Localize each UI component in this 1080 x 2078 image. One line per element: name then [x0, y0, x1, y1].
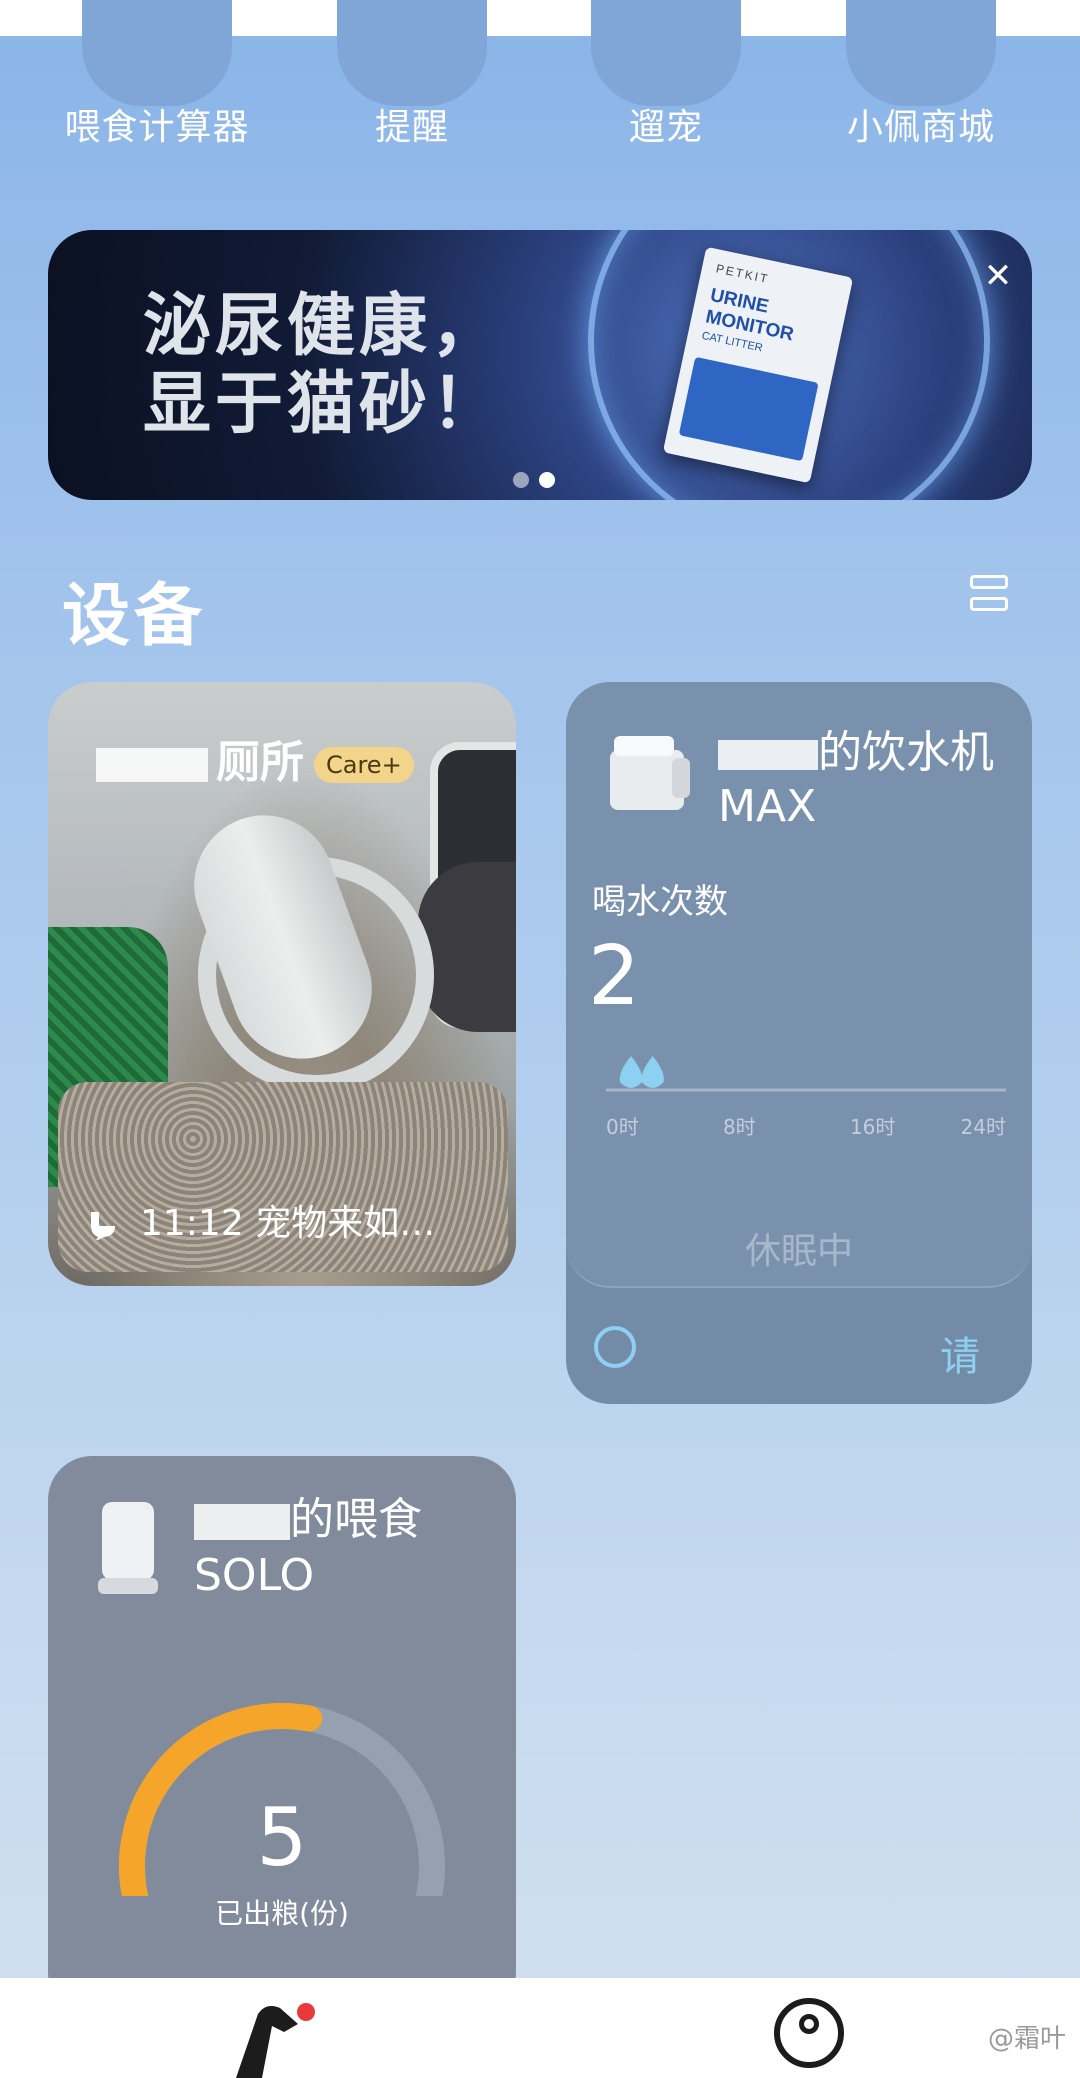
drink-count-label: 喝水次数 — [592, 882, 728, 922]
device-card-feeder[interactable]: 的喂食 SOLO 5 已出粮(份) — [48, 1456, 516, 2016]
feeder-name-prefix: 的喂食 — [290, 1494, 422, 1545]
redacted-name — [718, 740, 818, 770]
shortcut-icon — [846, 0, 996, 106]
fountain-device-icon — [610, 736, 690, 810]
litter-box-title-text: 厕所 — [216, 737, 304, 788]
shortcut-reminder[interactable]: 提醒 — [287, 0, 537, 148]
carousel-dot-active — [539, 472, 555, 488]
section-title-devices: 设备 — [62, 577, 207, 656]
banner-headline-line2: 显于猫砂！ — [143, 365, 504, 444]
x-tick-label: 0时 — [606, 1115, 639, 1139]
shortcut-icon — [591, 0, 741, 106]
drink-event-drop — [619, 1056, 643, 1088]
dispensed-count: 5 — [256, 1791, 308, 1884]
shortcut-store[interactable]: 小佩商城 — [796, 0, 1046, 148]
watermark: @霜叶 — [987, 2024, 1066, 2054]
toilet-icon — [91, 1212, 115, 1240]
shortcut-icon — [337, 0, 487, 106]
carousel-dot — [513, 472, 529, 488]
shortcut-walk-pet[interactable]: 遛宠 — [541, 0, 791, 148]
banner-headline: 泌尿健康， 显于猫砂！ — [143, 288, 503, 444]
shortcut-feeding-calculator[interactable]: 喂食计算器 — [32, 0, 282, 148]
device-card-fountain[interactable]: 的饮水机MAX 喝水次数 2 0时 8时 16时 24时 休眠中 请 — [566, 682, 1032, 1404]
feeder-name: 的喂食 SOLO — [194, 1492, 494, 1604]
feeder-name-suffix: SOLO — [194, 1550, 315, 1601]
camera-scene-cat — [418, 862, 516, 1032]
layout-toggle-icon[interactable] — [970, 575, 1012, 619]
shortcut-label: 提醒 — [374, 107, 449, 148]
drink-count-value: 2 — [588, 929, 641, 1024]
shortcut-label: 小佩商城 — [846, 107, 995, 148]
last-event-text: 11:12 宠物来如… — [140, 1203, 436, 1244]
fountain-status: 休眠中 — [744, 1231, 853, 1272]
fountain-info-panel: 的饮水机MAX 喝水次数 2 0时 8时 16时 24时 休眠中 — [566, 682, 1032, 1288]
fountain-action-button[interactable]: 请 — [940, 1324, 980, 1382]
promo-banner[interactable]: 泌尿健康， 显于猫砂！ PETKIT URINE MONITOR CAT LIT… — [48, 230, 1032, 500]
drink-timeline-chart: 0时 8时 16时 24时 — [606, 1056, 1006, 1139]
dispensed-label: 已出粮(份) — [215, 1897, 349, 1930]
banner-headline-line1: 泌尿健康， — [143, 287, 504, 366]
bottom-navigation: @霜叶 — [0, 1978, 1080, 2078]
x-tick-label: 8时 — [723, 1115, 756, 1139]
x-tick-label: 16时 — [850, 1115, 895, 1139]
home-tab-dog-icon[interactable] — [228, 2002, 318, 2078]
redacted-name — [194, 1504, 290, 1540]
drink-event-drop — [641, 1056, 664, 1088]
carousel-indicator — [513, 472, 565, 492]
shortcut-label: 遛宠 — [628, 107, 703, 148]
profile-tab-icon[interactable] — [774, 1998, 844, 2068]
fountain-name: 的饮水机MAX — [718, 726, 1008, 834]
power-icon[interactable] — [594, 1326, 636, 1368]
x-tick-label: 24时 — [961, 1115, 1006, 1139]
care-plus-badge: Care+ — [314, 747, 414, 783]
last-event: 11:12 宠物来如… — [88, 1194, 435, 1246]
close-icon[interactable]: ✕ — [980, 258, 1016, 294]
device-card-litter-box[interactable]: 厕所 Care+ 11:12 宠物来如… — [48, 682, 516, 1286]
product-cat-panel — [678, 356, 819, 462]
litter-box-title: 厕所 Care+ — [96, 726, 414, 790]
shortcut-icon — [82, 0, 232, 106]
shortcut-label: 喂食计算器 — [64, 107, 250, 148]
redacted-name — [96, 748, 208, 782]
feeder-device-icon — [98, 1502, 158, 1594]
product-brand: PETKIT — [714, 261, 771, 287]
